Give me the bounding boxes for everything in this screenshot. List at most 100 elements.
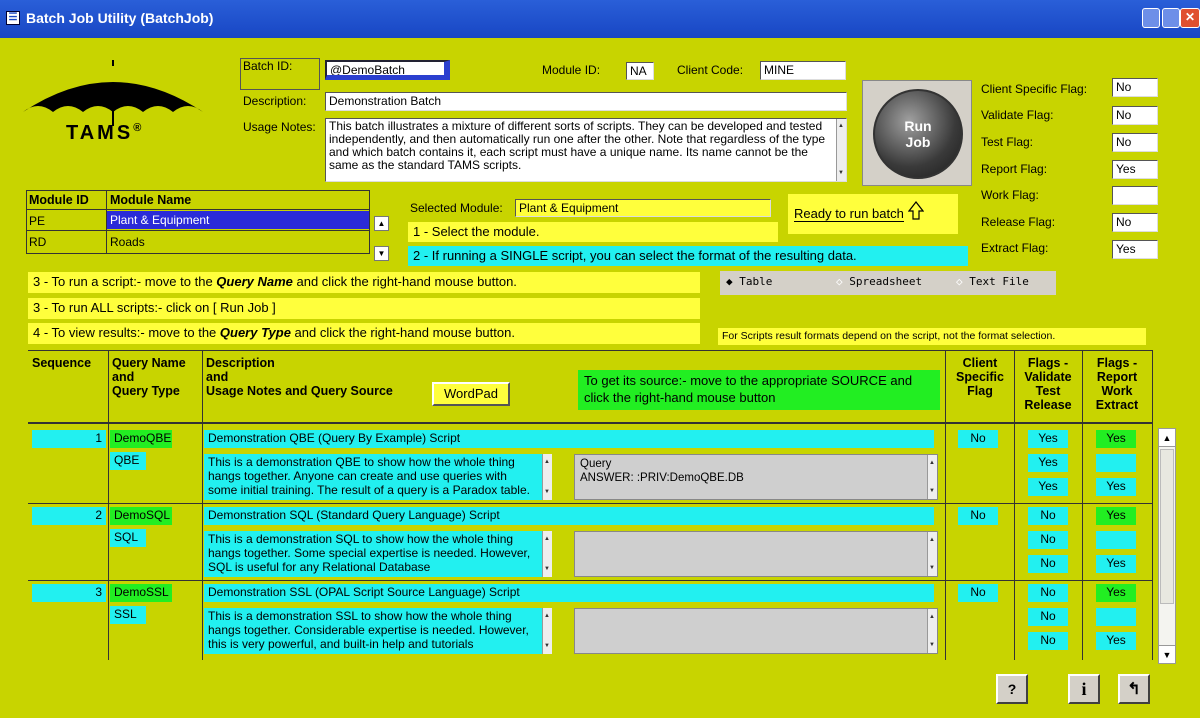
row-source[interactable] xyxy=(574,531,938,577)
selected-module-field[interactable]: Plant & Equipment xyxy=(515,199,771,217)
scroll-up-icon[interactable]: ▲ xyxy=(1159,429,1175,447)
usage-notes-field[interactable]: This batch illustrates a mixture of diff… xyxy=(325,118,847,182)
row-usage-notes[interactable]: This is a demonstration QBE to show how … xyxy=(204,454,552,500)
row-report-flag[interactable]: Yes xyxy=(1096,430,1136,448)
step-3-run-all: 3 - To run ALL scripts:- click on [ Run … xyxy=(28,298,700,319)
row-test-flag[interactable]: No xyxy=(1028,608,1068,626)
row-validate-flag[interactable]: Yes xyxy=(1028,430,1068,448)
format-spreadsheet-option[interactable]: ◇ Spreadsheet xyxy=(836,275,922,288)
row-sequence[interactable]: 3 xyxy=(32,584,106,602)
scroll-thumb[interactable] xyxy=(1160,449,1174,604)
row-validate-flag[interactable]: No xyxy=(1028,507,1068,525)
help-button[interactable]: ? xyxy=(996,674,1028,704)
row-notes-scrollbar[interactable] xyxy=(542,454,552,500)
module-scroll-down[interactable]: ▼ xyxy=(374,246,389,261)
module-id-label: Module ID: xyxy=(542,63,601,77)
row-test-flag[interactable]: Yes xyxy=(1028,454,1068,472)
row-description[interactable]: Demonstration SQL (Standard Query Langua… xyxy=(204,507,934,525)
client-code-field[interactable]: MINE xyxy=(760,61,846,80)
table-row: 1 DemoQBE Demonstration QBE (Query By Ex… xyxy=(28,430,1152,502)
flag-client-field[interactable]: No xyxy=(1112,78,1158,97)
row-extract-flag[interactable]: Yes xyxy=(1096,555,1136,573)
module-row[interactable]: RD Roads xyxy=(27,231,369,251)
row-description[interactable]: Demonstration SSL (OPAL Script Source La… xyxy=(204,584,934,602)
window-title: Batch Job Utility (BatchJob) xyxy=(26,10,214,26)
row-test-flag[interactable]: No xyxy=(1028,531,1068,549)
scroll-down-icon[interactable]: ▼ xyxy=(1159,645,1175,663)
flag-work-field[interactable] xyxy=(1112,186,1158,205)
row-query-name[interactable]: DemoQBE xyxy=(110,430,172,448)
flag-report-label: Report Flag: xyxy=(981,162,1048,176)
module-id-field[interactable]: NA xyxy=(626,62,654,80)
row-source-scrollbar[interactable] xyxy=(927,455,937,499)
step-1: 1 - Select the module. xyxy=(408,222,778,242)
row-notes-scrollbar[interactable] xyxy=(542,608,552,654)
flag-release-field[interactable]: No xyxy=(1112,213,1158,232)
module-col-name: Module Name xyxy=(110,193,192,207)
scripts-grid: Sequence Query Name and Query Type Descrip… xyxy=(28,350,1153,660)
row-work-flag[interactable] xyxy=(1096,454,1136,472)
row-source[interactable]: Query ANSWER: :PRIV:DemoQBE.DB xyxy=(574,454,938,500)
usage-notes-label: Usage Notes: xyxy=(243,120,316,134)
flag-extract-field[interactable]: Yes xyxy=(1112,240,1158,259)
close-button[interactable]: ✕ xyxy=(1180,8,1200,28)
module-list: Module ID Module Name PE Plant & Equipme… xyxy=(26,190,370,254)
info-button[interactable]: i xyxy=(1068,674,1100,704)
row-usage-notes[interactable]: This is a demonstration SSL to show how … xyxy=(204,608,552,654)
flag-release-label: Release Flag: xyxy=(981,215,1056,229)
return-icon: ↰ xyxy=(1127,681,1141,698)
wordpad-button[interactable]: WordPad xyxy=(432,382,510,406)
run-job-knob: Run Job xyxy=(873,89,963,179)
selected-module-label: Selected Module: xyxy=(410,201,503,215)
row-description[interactable]: Demonstration QBE (Query By Example) Scr… xyxy=(204,430,934,448)
batch-id-field[interactable]: @DemoBatch xyxy=(325,60,450,80)
row-client-flag[interactable]: No xyxy=(958,507,998,525)
row-usage-notes[interactable]: This is a demonstration SQL to show how … xyxy=(204,531,552,577)
row-query-type[interactable]: SQL xyxy=(110,529,146,547)
exit-button[interactable]: ↰ xyxy=(1118,674,1150,704)
row-report-flag[interactable]: Yes xyxy=(1096,584,1136,602)
row-release-flag[interactable]: No xyxy=(1028,555,1068,573)
umbrella-icon xyxy=(23,60,203,126)
grid-scrollbar[interactable]: ▲ ▼ xyxy=(1158,428,1176,664)
header-flags-validate: Flags - Validate Test Release xyxy=(1024,356,1072,412)
module-scroll-up[interactable]: ▲ xyxy=(374,216,389,231)
format-selector: ◆ Table ◇ Spreadsheet ◇ Text File xyxy=(720,271,1056,295)
run-job-label-1: Run xyxy=(904,118,932,134)
row-notes-scrollbar[interactable] xyxy=(542,531,552,577)
step-4-view-results: 4 - To view results:- move to the Query … xyxy=(28,323,700,344)
source-hint: To get its source:- move to the appropri… xyxy=(578,370,940,410)
flag-test-field[interactable]: No xyxy=(1112,133,1158,152)
batch-id-label: Batch ID: xyxy=(240,58,320,90)
row-report-flag[interactable]: Yes xyxy=(1096,507,1136,525)
description-field[interactable]: Demonstration Batch xyxy=(325,92,847,111)
row-client-flag[interactable]: No xyxy=(958,430,998,448)
format-textfile-option[interactable]: ◇ Text File xyxy=(956,275,1029,288)
row-query-name[interactable]: DemoSSL xyxy=(110,584,172,602)
row-release-flag[interactable]: No xyxy=(1028,632,1068,650)
row-extract-flag[interactable]: Yes xyxy=(1096,478,1136,496)
run-job-button[interactable]: Run Job xyxy=(862,80,972,186)
row-sequence[interactable]: 1 xyxy=(32,430,106,448)
row-source[interactable] xyxy=(574,608,938,654)
cursor-icon xyxy=(907,201,924,220)
row-sequence[interactable]: 2 xyxy=(32,507,106,525)
flag-validate-field[interactable]: No xyxy=(1112,106,1158,125)
row-work-flag[interactable] xyxy=(1096,608,1136,626)
row-extract-flag[interactable]: Yes xyxy=(1096,632,1136,650)
row-query-name[interactable]: DemoSQL xyxy=(110,507,172,525)
usage-notes-scrollbar[interactable] xyxy=(836,119,846,181)
row-source-scrollbar[interactable] xyxy=(927,609,937,653)
row-query-type[interactable]: QBE xyxy=(110,452,146,470)
minimize-button[interactable] xyxy=(1142,8,1160,28)
module-row[interactable]: PE Plant & Equipment xyxy=(27,210,369,230)
row-query-type[interactable]: SSL xyxy=(110,606,146,624)
row-work-flag[interactable] xyxy=(1096,531,1136,549)
row-client-flag[interactable]: No xyxy=(958,584,998,602)
flag-report-field[interactable]: Yes xyxy=(1112,160,1158,179)
row-release-flag[interactable]: Yes xyxy=(1028,478,1068,496)
row-source-scrollbar[interactable] xyxy=(927,532,937,576)
format-table-option[interactable]: ◆ Table xyxy=(726,275,772,288)
row-validate-flag[interactable]: No xyxy=(1028,584,1068,602)
maximize-button[interactable] xyxy=(1162,8,1180,28)
